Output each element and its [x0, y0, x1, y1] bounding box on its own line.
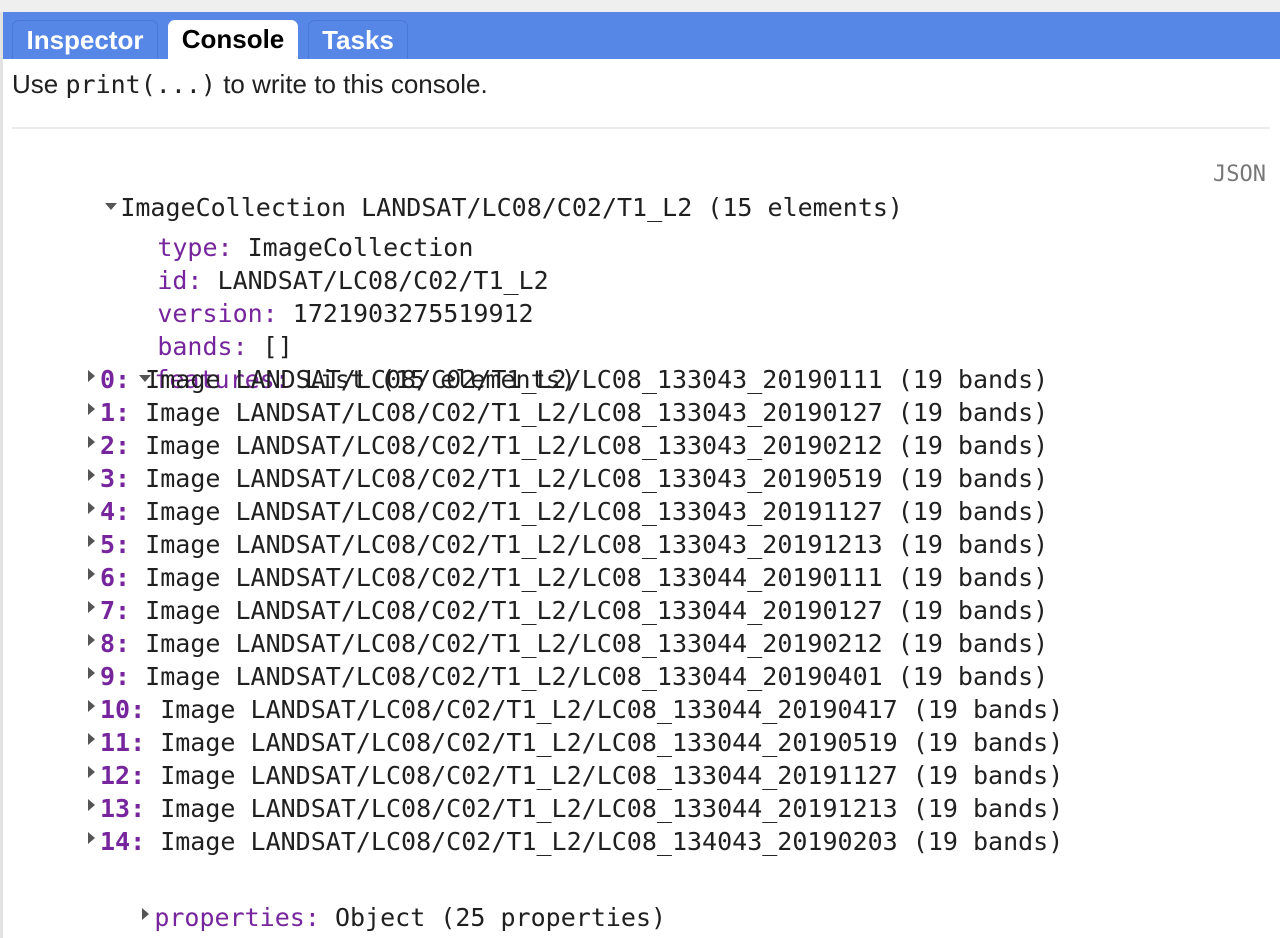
feature-list-item[interactable]: 2: Image LANDSAT/LC08/C02/T1_L2/LC08_133…: [82, 429, 1048, 462]
feature-list-item[interactable]: 3: Image LANDSAT/LC08/C02/T1_L2/LC08_133…: [82, 462, 1048, 495]
tab-inspector[interactable]: Inspector: [12, 20, 158, 59]
feature-list-item[interactable]: 8: Image LANDSAT/LC08/C02/T1_L2/LC08_133…: [82, 627, 1048, 660]
feature-value: Image LANDSAT/LC08/C02/T1_L2/LC08_133044…: [130, 596, 1049, 625]
expand-triangle-right-icon[interactable]: [82, 791, 100, 824]
feature-index: 0:: [100, 365, 131, 394]
feature-value: Image LANDSAT/LC08/C02/T1_L2/LC08_133044…: [145, 695, 1064, 724]
tree-field-row: bands: []: [67, 297, 292, 361]
intro-code: print(...): [65, 70, 216, 99]
feature-index: 14:: [100, 827, 146, 856]
tab-console[interactable]: Console: [168, 20, 298, 59]
feature-value: Image LANDSAT/LC08/C02/T1_L2/LC08_133044…: [145, 761, 1064, 790]
feature-value: Image LANDSAT/LC08/C02/T1_L2/LC08_133044…: [130, 563, 1049, 592]
feature-index: 8:: [100, 629, 131, 658]
tree-field-row: version: 1721903275519912: [67, 264, 533, 328]
feature-index: 13:: [100, 794, 146, 823]
feature-list-item[interactable]: 10: Image LANDSAT/LC08/C02/T1_L2/LC08_13…: [82, 693, 1063, 726]
object-tree: ImageCollection LANDSAT/LC08/C02/T1_L2 (…: [3, 59, 1063, 932]
expand-triangle-right-icon[interactable]: [82, 824, 100, 857]
expand-triangle-right-icon[interactable]: [82, 560, 100, 593]
feature-list-item[interactable]: 12: Image LANDSAT/LC08/C02/T1_L2/LC08_13…: [82, 759, 1063, 792]
tree-field-row: type: ImageCollection: [67, 198, 473, 262]
tab-tasks[interactable]: Tasks: [308, 20, 408, 59]
field-value: 1721903275519912: [277, 299, 534, 328]
feature-index: 6:: [100, 563, 131, 592]
tree-field-row: id: LANDSAT/LC08/C02/T1_L2: [67, 231, 548, 295]
console-panel: Use print(...) to write to this console.…: [3, 59, 1280, 938]
feature-index: 12:: [100, 761, 146, 790]
feature-value: Image LANDSAT/LC08/C02/T1_L2/LC08_133043…: [130, 398, 1049, 427]
expand-triangle-right-icon[interactable]: [82, 758, 100, 791]
feature-list-item[interactable]: 13: Image LANDSAT/LC08/C02/T1_L2/LC08_13…: [82, 792, 1063, 825]
expand-triangle-right-icon[interactable]: [82, 428, 100, 461]
feature-index: 1:: [100, 398, 131, 427]
expand-triangle-right-icon[interactable]: [136, 900, 154, 933]
properties-value: Object (25 properties): [319, 903, 667, 932]
intro-suffix: to write to this console.: [215, 69, 488, 99]
console-intro: Use print(...) to write to this console.: [12, 67, 488, 102]
console-divider: [12, 127, 1270, 129]
expand-triangle-right-icon[interactable]: [82, 362, 100, 395]
feature-value: Image LANDSAT/LC08/C02/T1_L2/LC08_133044…: [130, 662, 1049, 691]
expand-triangle-right-icon[interactable]: [82, 659, 100, 692]
feature-list-item[interactable]: 6: Image LANDSAT/LC08/C02/T1_L2/LC08_133…: [82, 561, 1048, 594]
tab-bar: Inspector Console Tasks: [3, 12, 1280, 59]
expand-triangle-right-icon[interactable]: [82, 494, 100, 527]
feature-list-item[interactable]: 0: Image LANDSAT/LC08/C02/T1_L2/LC08_133…: [82, 363, 1048, 396]
feature-value: Image LANDSAT/LC08/C02/T1_L2/LC08_133044…: [145, 728, 1064, 757]
window-top-strip: [0, 0, 1280, 12]
feature-value: Image LANDSAT/LC08/C02/T1_L2/LC08_133043…: [130, 530, 1049, 559]
expand-triangle-right-icon[interactable]: [82, 527, 100, 560]
expand-triangle-right-icon[interactable]: [82, 725, 100, 758]
feature-value: Image LANDSAT/LC08/C02/T1_L2/LC08_133043…: [130, 431, 1049, 460]
feature-index: 2:: [100, 431, 131, 460]
feature-list-item[interactable]: 14: Image LANDSAT/LC08/C02/T1_L2/LC08_13…: [82, 825, 1063, 858]
tree-root-row[interactable]: ImageCollection LANDSAT/LC08/C02/T1_L2 (…: [12, 158, 903, 222]
feature-value: Image LANDSAT/LC08/C02/T1_L2/LC08_133044…: [145, 794, 1064, 823]
feature-value: Image LANDSAT/LC08/C02/T1_L2/LC08_133043…: [130, 464, 1049, 493]
expand-triangle-right-icon[interactable]: [82, 692, 100, 725]
feature-list-item[interactable]: 1: Image LANDSAT/LC08/C02/T1_L2/LC08_133…: [82, 396, 1048, 429]
feature-list-item[interactable]: 4: Image LANDSAT/LC08/C02/T1_L2/LC08_133…: [82, 495, 1048, 528]
tree-properties-row[interactable]: properties: Object (25 properties): [46, 868, 666, 932]
feature-index: 11:: [100, 728, 146, 757]
expand-triangle-right-icon[interactable]: [82, 395, 100, 428]
feature-value: Image LANDSAT/LC08/C02/T1_L2/LC08_133043…: [130, 365, 1049, 394]
feature-index: 10:: [100, 695, 146, 724]
feature-index: 7:: [100, 596, 131, 625]
feature-list-item[interactable]: 5: Image LANDSAT/LC08/C02/T1_L2/LC08_133…: [82, 528, 1048, 561]
expand-triangle-right-icon[interactable]: [82, 593, 100, 626]
feature-list-item[interactable]: 9: Image LANDSAT/LC08/C02/T1_L2/LC08_133…: [82, 660, 1048, 693]
properties-key: properties:: [154, 903, 320, 932]
feature-index: 4:: [100, 497, 131, 526]
feature-value: Image LANDSAT/LC08/C02/T1_L2/LC08_133043…: [130, 497, 1049, 526]
feature-index: 5:: [100, 530, 131, 559]
feature-list-item[interactable]: 11: Image LANDSAT/LC08/C02/T1_L2/LC08_13…: [82, 726, 1063, 759]
feature-list-item[interactable]: 7: Image LANDSAT/LC08/C02/T1_L2/LC08_133…: [82, 594, 1048, 627]
feature-value: Image LANDSAT/LC08/C02/T1_L2/LC08_134043…: [145, 827, 1064, 856]
feature-index: 3:: [100, 464, 131, 493]
feature-value: Image LANDSAT/LC08/C02/T1_L2/LC08_133044…: [130, 629, 1049, 658]
feature-index: 9:: [100, 662, 131, 691]
expand-triangle-right-icon[interactable]: [82, 461, 100, 494]
json-link[interactable]: JSON: [1213, 160, 1266, 190]
expand-triangle-right-icon[interactable]: [82, 626, 100, 659]
tree-features-row[interactable]: features: List (15 elements): [46, 330, 575, 394]
